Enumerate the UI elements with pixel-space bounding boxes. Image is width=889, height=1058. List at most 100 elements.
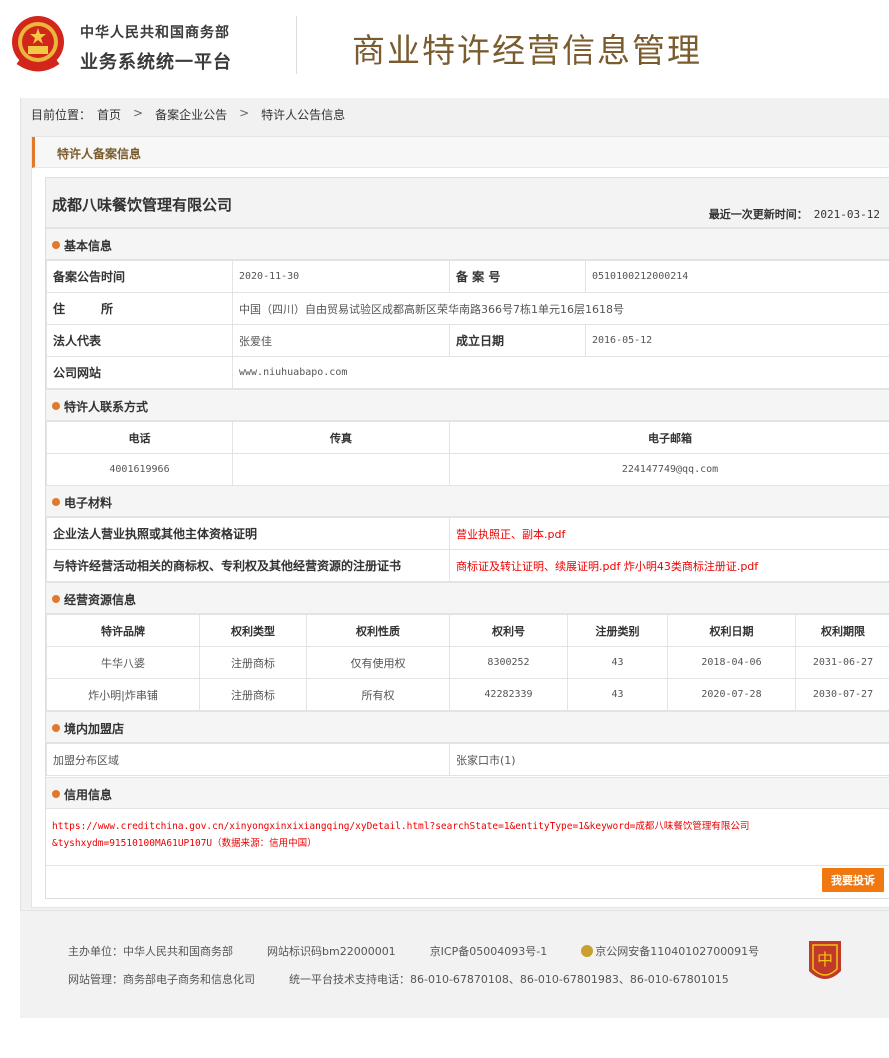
bullet-icon (52, 498, 60, 506)
company-name: 成都八味餐饮管理有限公司 (52, 196, 233, 214)
section-credit: 信用信息 (46, 777, 889, 809)
footer-row-2: 网站管理：商务部电子商务和信息化司 统一平台技术支持电话：86-010-6787… (68, 971, 729, 987)
section-resources: 经营资源信息 (46, 582, 889, 614)
phone-value: 4001619966 (46, 453, 233, 486)
email-header: 电子邮箱 (449, 421, 889, 454)
last-update-label: 最近一次更新时间： (708, 208, 808, 221)
company-header: 成都八味餐饮管理有限公司 最近一次更新时间： 2021-03-12 (46, 178, 889, 228)
bullet-icon (52, 241, 60, 249)
website-label: 公司网站 (46, 356, 233, 389)
franchise-area-value[interactable]: 张家口市(1) (449, 743, 889, 776)
breadcrumb-separator: > (133, 106, 144, 120)
bullet-icon (52, 724, 60, 732)
gov-ministry-name: 中华人民共和国商务部 (80, 25, 230, 41)
legal-rep-label: 法人代表 (46, 324, 233, 357)
section-title: 信用信息 (64, 788, 113, 802)
company-card: 成都八味餐饮管理有限公司 最近一次更新时间： 2021-03-12 基本信息 备案… (45, 177, 889, 899)
main-content: 目前位置： 首页 > 备案企业公告 > 特许人公告信息 特许人备案信息 成都八味… (20, 98, 889, 910)
website-link[interactable]: www.niuhuabapo.com (232, 356, 889, 389)
basic-info-table: 备案公告时间 2020-11-30 备 案 号 0510100212000214… (46, 260, 889, 389)
panel-title: 特许人备案信息 (32, 137, 889, 168)
reg-class-cell: 43 (567, 646, 668, 679)
footer-icp-link[interactable]: 京ICP备05004093号-1 (430, 943, 548, 959)
brand-cell: 牛华八婆 (46, 646, 200, 679)
reg-class-cell: 43 (567, 678, 668, 711)
footer-host: 主办单位：中华人民共和国商务部 (68, 945, 233, 958)
gov-platform-name: 业务系统统一平台 (80, 52, 232, 73)
credit-url-line1: https://www.creditchina.gov.cn/xinyongxi… (52, 821, 750, 832)
col-header: 权利期限 (795, 614, 889, 647)
section-basic-info: 基本信息 (46, 228, 889, 260)
footer-row-1: 主办单位：中华人民共和国商务部 网站标识码bm22000001 京ICP备050… (68, 943, 759, 959)
record-no-value: 0510100212000214 (585, 260, 889, 293)
trademark-cert-file-link[interactable]: 商标证及转让证明、续展证明.pdf 炸小明43类商标注册证.pdf (449, 549, 889, 582)
col-header: 权利号 (449, 614, 568, 647)
breadcrumb-separator: > (239, 106, 250, 120)
complain-button[interactable]: 我要投诉 (822, 868, 884, 892)
site-footer: 主办单位：中华人民共和国商务部 网站标识码bm22000001 京ICP备050… (20, 910, 889, 1018)
breadcrumb-records-link[interactable]: 备案企业公告 (155, 106, 227, 123)
phone-header: 电话 (46, 421, 233, 454)
breadcrumb-current: 特许人公告信息 (261, 108, 346, 122)
right-type-cell: 注册商标 (199, 678, 307, 711)
right-nature-cell: 仅有使用权 (306, 646, 450, 679)
franchise-table: 加盟分布区域 张家口市(1) (46, 743, 889, 776)
col-header: 注册类别 (567, 614, 668, 647)
announce-date-label: 备案公告时间 (46, 260, 233, 293)
footer-police-record[interactable]: 京公网安备11040102700091号 (581, 943, 759, 959)
business-license-file-link[interactable]: 营业执照正、副本.pdf (449, 517, 889, 550)
fax-value (232, 453, 450, 486)
table-header-row: 特许品牌 权利类型 权利性质 权利号 注册类别 权利日期 权利期限 (46, 614, 889, 647)
credit-url-line2: &tyshxydm=91510100MA61UP107U（数据来源：信用中国） (52, 838, 317, 849)
brand-cell: 炸小明|炸串铺 (46, 678, 200, 711)
trademark-cert-label: 与特许经营活动相关的商标权、专利权及其他经营资源的注册证书 (46, 549, 450, 582)
svg-text:中: 中 (817, 950, 833, 969)
right-type-cell: 注册商标 (199, 646, 307, 679)
section-title: 特许人联系方式 (64, 400, 149, 414)
right-no-cell: 8300252 (449, 646, 568, 679)
section-materials: 电子材料 (46, 485, 889, 517)
last-update-value: 2021-03-12 (813, 208, 880, 221)
section-contact: 特许人联系方式 (46, 389, 889, 421)
site-header: 中华人民共和国商务部 业务系统统一平台 商业特许经营信息管理 (0, 0, 889, 98)
section-title: 境内加盟店 (64, 722, 125, 736)
footer-manager: 网站管理：商务部电子商务和信息化司 (68, 973, 255, 986)
fax-header: 传真 (232, 421, 450, 454)
col-header: 权利类型 (199, 614, 307, 647)
established-label: 成立日期 (449, 324, 586, 357)
email-value: 224147749@qq.com (449, 453, 889, 486)
right-term-cell: 2031-06-27 (795, 646, 889, 679)
table-row: 牛华八婆 注册商标 仅有使用权 8300252 43 2018-04-06 20… (46, 646, 889, 679)
bullet-icon (52, 402, 60, 410)
footer-support: 统一平台技术支持电话：86-010-67870108、86-010-678019… (289, 973, 729, 986)
gov-site-badge-icon[interactable]: 中 (805, 937, 845, 989)
col-header: 特许品牌 (46, 614, 200, 647)
section-title: 基本信息 (64, 239, 113, 253)
section-title: 经营资源信息 (64, 593, 137, 607)
franchise-area-label: 加盟分布区域 (46, 743, 450, 776)
address-value: 中国（四川）自由贸易试验区成都高新区荣华南路366号7栋1单元16层1618号 (232, 292, 889, 325)
address-label: 住 所 (46, 292, 233, 325)
section-title: 电子材料 (64, 496, 113, 510)
legal-rep-value: 张爱佳 (232, 324, 450, 357)
header-divider (296, 16, 297, 74)
announce-date-value: 2020-11-30 (232, 260, 450, 293)
footer-police-text: 京公网安备11040102700091号 (595, 945, 760, 958)
footer-site-code: 网站标识码bm22000001 (267, 945, 396, 958)
contact-table: 电话 传真 电子邮箱 4001619966 224147749@qq.com (46, 421, 889, 486)
breadcrumb: 目前位置： 首页 > 备案企业公告 > 特许人公告信息 (31, 106, 345, 123)
col-header: 权利性质 (306, 614, 450, 647)
breadcrumb-prefix: 目前位置： (31, 108, 92, 122)
right-term-cell: 2030-07-27 (795, 678, 889, 711)
right-nature-cell: 所有权 (306, 678, 450, 711)
resources-table: 特许品牌 权利类型 权利性质 权利号 注册类别 权利日期 权利期限 牛华八婆 注… (46, 614, 889, 711)
table-row: 炸小明|炸串铺 注册商标 所有权 42282339 43 2020-07-28 … (46, 678, 889, 711)
last-update: 最近一次更新时间： 2021-03-12 (709, 206, 880, 222)
breadcrumb-home-link[interactable]: 首页 (97, 106, 121, 123)
section-franchise-stores: 境内加盟店 (46, 711, 889, 743)
panel-title-text: 特许人备案信息 (57, 147, 142, 161)
record-no-label: 备 案 号 (449, 260, 586, 293)
business-license-label: 企业法人营业执照或其他主体资格证明 (46, 517, 450, 550)
credit-info-link[interactable]: https://www.creditchina.gov.cn/xinyongxi… (46, 810, 889, 866)
right-date-cell: 2020-07-28 (667, 678, 796, 711)
